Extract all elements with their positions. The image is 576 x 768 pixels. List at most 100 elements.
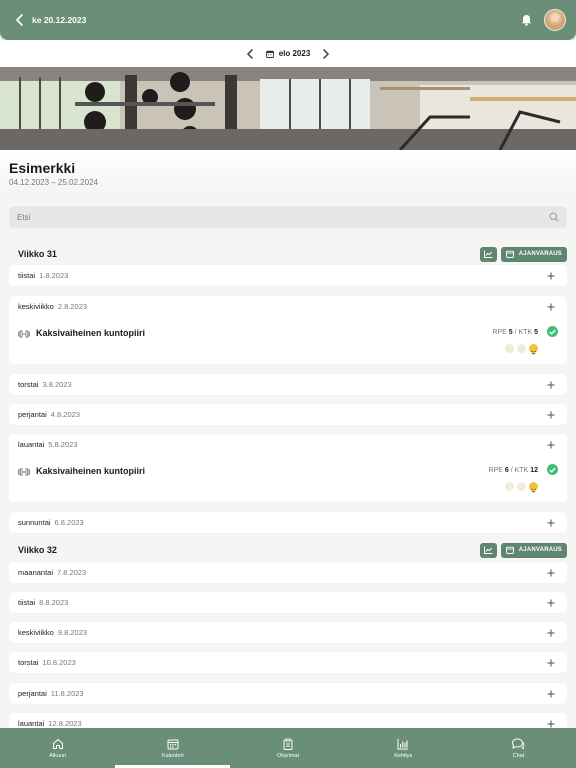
calendar-icon [167,739,179,749]
mood-face-happy-icon [529,482,538,493]
search-input[interactable]: Etsi [9,206,567,228]
day-row[interactable]: tiistai 1.8.2023 [9,265,567,286]
mood-face-icon [505,482,514,491]
add-icon[interactable] [544,656,558,670]
add-icon[interactable] [544,408,558,422]
day-name: sunnuntai [18,518,51,527]
completed-check-icon [547,464,558,475]
mood-rating [502,344,538,355]
workout-title: Kaksivaiheinen kuntopiiri [36,328,146,338]
program-dates: 04.12.2023 – 25.02.2024 [9,178,98,187]
add-icon[interactable] [544,717,558,729]
mood-face-happy-icon [529,344,538,355]
day-date: 9.8.2023 [57,628,88,637]
week-stats-button[interactable] [479,542,497,558]
day-name: perjantai [18,689,47,698]
clipboard-icon [283,738,293,750]
day-date: 4.8.2023 [50,410,80,419]
add-icon[interactable] [544,378,558,392]
week-label: Viikko 31 [18,249,57,259]
day-row[interactable]: perjantai 11.8.2023 [9,683,567,704]
day-row[interactable]: tiistai 8.8.2023 [9,592,567,613]
day-row[interactable]: torstai 3.8.2023 [9,374,567,395]
day-name: lauantai [18,440,45,449]
day-date: 2.8.2023 [57,302,88,311]
booking-label: AJANVARAUS [518,547,562,553]
mood-face-icon [517,482,526,491]
month-text: elo 2023 [278,49,311,58]
day-name: keskiviikko [18,628,54,637]
next-month-chevron-icon[interactable] [318,46,334,62]
day-name: perjantai [18,410,47,419]
top-bar: ke 20.12.2023 [0,0,576,40]
tab-label: Chat [512,752,525,759]
search-placeholder: Etsi [17,212,31,222]
chat-icon [512,738,525,749]
day-row[interactable]: keskiviikko 2.8.2023 Kaksivaiheinen kunto… [9,296,567,364]
back-arrow-icon[interactable] [12,10,28,30]
month-navigator: elo 2023 [0,40,576,67]
tab-programs[interactable]: Ohjelmat [230,728,345,768]
day-row[interactable]: perjantai 4.8.2023 [9,404,567,425]
day-name: torstai [18,658,39,667]
booking-button[interactable]: AJANVARAUS [500,246,567,262]
day-row[interactable]: sunnuntai 6.8.2023 [9,512,567,533]
day-date: 11.8.2023 [50,689,84,698]
rpe-ktk-values: RPE 5 / KTK 5 [492,329,538,336]
add-icon[interactable] [544,596,558,610]
month-label[interactable]: elo 2023 [265,49,311,58]
bar-chart-icon [397,738,409,749]
day-row[interactable]: keskiviikko 9.8.2023 [9,622,567,643]
day-date: 3.8.2023 [42,380,72,389]
week-stats-button[interactable] [479,246,497,262]
workout-card[interactable]: Kaksivaiheinen kuntopiiri RPE 5 / KTK 5 [18,326,558,364]
bell-icon[interactable] [518,12,534,28]
bottom-navigation: Alkuun Kalenteri Ohjelmat Kehitys Chat [0,728,576,768]
day-name: keskiviikko [18,302,54,311]
avatar[interactable] [544,9,566,31]
prev-month-chevron-icon[interactable] [242,46,258,62]
tab-label: Kalenteri [161,752,184,759]
day-row[interactable]: maanantai 7.8.2023 [9,562,567,583]
program-calendar-content: Esimerkki 04.12.2023 – 25.02.2024 Etsi V… [0,150,576,728]
dumbbell-icon [18,330,30,338]
day-row[interactable]: lauantai 5.8.2023 Kaksivaiheinen kuntopii… [9,434,567,502]
booking-label: AJANVARAUS [518,251,562,257]
tab-calendar[interactable]: Kalenteri [115,728,231,768]
week-label: Viikko 32 [18,545,57,555]
home-icon [52,738,63,749]
day-date: 6.8.2023 [54,518,84,527]
day-row[interactable]: lauantai 12.8.2023 [9,713,567,728]
week-header: Viikko 32 AJANVARAUS [9,542,567,558]
week-header: Viikko 31 AJANVARAUS [9,246,567,262]
day-date: 1.8.2023 [39,271,69,280]
tab-chat[interactable]: Chat [461,728,576,768]
tab-label: Alkuun [49,752,67,759]
booking-button[interactable]: AJANVARAUS [500,542,567,558]
line-chart-icon [483,250,493,258]
mood-face-icon [517,344,526,353]
add-icon[interactable] [544,516,558,530]
tab-home[interactable]: Alkuun [0,728,115,768]
day-date: 7.8.2023 [57,568,87,577]
add-icon[interactable] [544,626,558,640]
tab-label: Ohjelmat [277,752,300,759]
day-name: tiistai [18,598,36,607]
workout-title: Kaksivaiheinen kuntopiiri [36,466,146,476]
add-icon[interactable] [544,300,558,314]
calendar-icon [265,50,274,58]
day-name: lauantai [18,719,45,728]
completed-check-icon [547,326,558,337]
add-icon[interactable] [544,566,558,580]
add-icon[interactable] [544,438,558,452]
workout-card[interactable]: Kaksivaiheinen kuntopiiri RPE 6 / KTK 12 [18,464,558,502]
search-icon [549,212,559,222]
day-row[interactable]: torstai 10.8.2023 [9,652,567,673]
line-chart-icon [483,546,493,554]
hero-gym-image [0,67,576,150]
day-date: 10.8.2023 [42,658,76,667]
day-name: maanantai [18,568,54,577]
add-icon[interactable] [544,687,558,701]
tab-progress[interactable]: Kehitys [346,728,461,768]
add-icon[interactable] [544,269,558,283]
